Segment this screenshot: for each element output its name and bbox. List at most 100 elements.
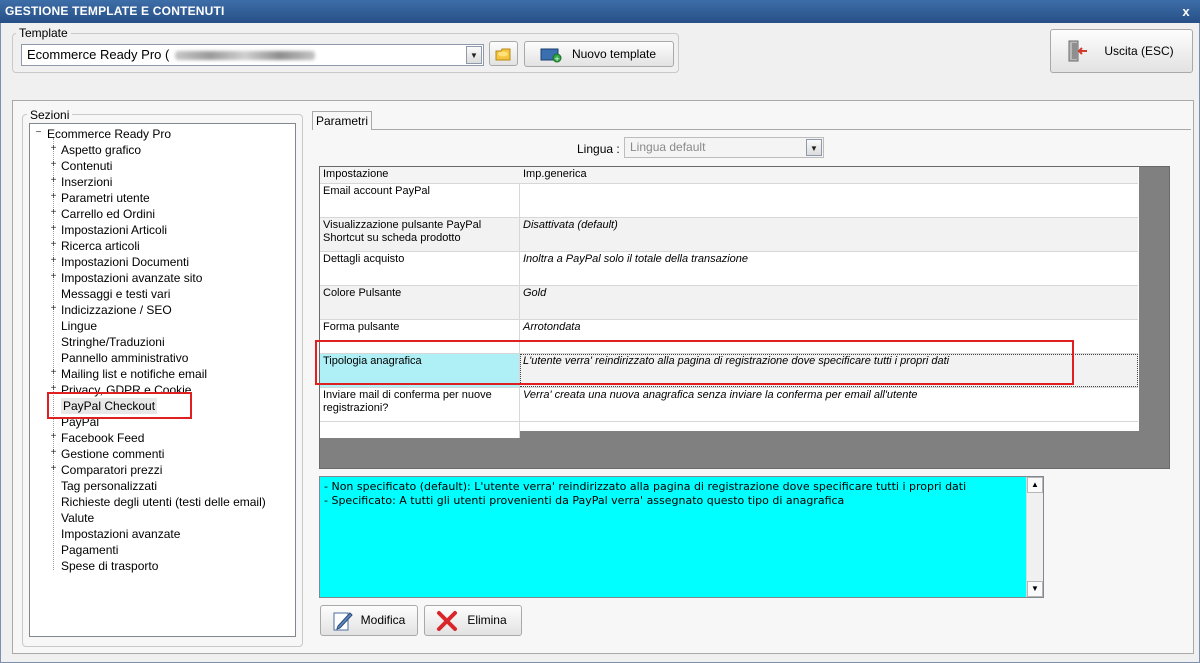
tree-item-label: Inserzioni [61, 175, 113, 189]
tree-item-label: Richieste degli utenti (testi delle emai… [61, 495, 266, 509]
tree-item[interactable]: + Impostazioni Articoli [30, 222, 295, 238]
help-textarea[interactable]: - Non specificato (default): L'utente ve… [319, 476, 1044, 598]
template-select-value: Ecommerce Ready Pro ( [27, 47, 170, 62]
expand-icon[interactable]: + [49, 256, 58, 266]
expand-icon[interactable]: + [49, 224, 58, 234]
expand-icon[interactable]: + [49, 432, 58, 442]
tree-item-label: Aspetto grafico [61, 143, 142, 157]
tree-item[interactable]: + Indicizzazione / SEO [30, 302, 295, 318]
tree-item-label: Valute [61, 511, 95, 525]
new-template-icon: + [540, 48, 562, 63]
expand-icon[interactable]: + [49, 160, 58, 170]
tree-item[interactable]: Tag personalizzati [30, 478, 295, 494]
tree-item-label: Impostazioni Documenti [61, 255, 190, 269]
blurred-template-text [174, 51, 315, 61]
tree-item-label: Impostazioni avanzate [61, 527, 181, 541]
exit-label: Uscita (ESC) [1104, 44, 1174, 58]
tree-item[interactable]: + Ricerca articoli [30, 238, 295, 254]
tree-item[interactable]: + Comparatori prezzi [30, 462, 295, 478]
tree-item[interactable]: Pagamenti [30, 542, 295, 558]
new-template-label: Nuovo template [571, 47, 657, 61]
tree-item-label: Parametri utente [61, 191, 150, 205]
exit-door-icon [1068, 40, 1087, 62]
tree-item[interactable]: Stringhe/Traduzioni [30, 334, 295, 350]
grid-cell-setting[interactable]: Dettagli acquisto [320, 252, 520, 285]
folder-icon [495, 48, 511, 61]
expand-icon[interactable]: + [49, 208, 58, 218]
grid-cell-setting[interactable]: Visualizzazione pulsante PayPal Shortcut… [320, 218, 520, 251]
exit-button[interactable]: Uscita (ESC) [1050, 29, 1193, 73]
expand-icon[interactable]: + [49, 448, 58, 458]
new-template-button[interactable]: + Nuovo template [524, 41, 674, 67]
params-tab-baseline [312, 129, 1191, 130]
modify-button[interactable]: Modifica [320, 605, 418, 636]
collapse-icon[interactable]: − [34, 128, 43, 138]
folder-button[interactable] [489, 41, 518, 66]
grid-empty-row [320, 422, 520, 438]
tree-item[interactable]: + Impostazioni Documenti [30, 254, 295, 270]
tree-item[interactable]: + Carrello ed Ordini [30, 206, 295, 222]
template-select[interactable]: Ecommerce Ready Pro ( ▼ [21, 44, 484, 66]
tree-item[interactable]: + Inserzioni [30, 174, 295, 190]
expand-icon[interactable]: + [49, 240, 58, 250]
grid-header-value: Imp.generica [520, 167, 1138, 183]
grid-cell-setting[interactable]: Email account PayPal [320, 184, 520, 217]
tree-item[interactable]: + Gestione commenti [30, 446, 295, 462]
delete-label: Elimina [467, 613, 507, 627]
expand-icon[interactable]: + [49, 176, 58, 186]
grid-cell-value[interactable] [520, 184, 1138, 217]
tree-item-label: Impostazioni Articoli [61, 223, 168, 237]
help-scrollbar[interactable]: ▲ ▼ [1026, 477, 1043, 597]
scroll-up-icon[interactable]: ▲ [1027, 477, 1043, 493]
tree-item-label: Facebook Feed [61, 431, 145, 445]
tree-root-label: Ecommerce Ready Pro [47, 127, 172, 141]
grid-cell-setting[interactable]: Colore Pulsante [320, 286, 520, 319]
tree-item[interactable]: + Mailing list e notifiche email [30, 366, 295, 382]
tree-item[interactable]: Messaggi e testi vari [30, 286, 295, 302]
expand-icon[interactable]: + [49, 464, 58, 474]
window-title-bar: GESTIONE TEMPLATE E CONTENUTI [0, 0, 1200, 23]
expand-icon[interactable]: + [49, 272, 58, 282]
tree-item-label: Messaggi e testi vari [61, 287, 171, 301]
grid-cell-value[interactable]: Inoltra a PayPal solo il totale della tr… [520, 252, 1138, 285]
grid-body: Impostazione Imp.generica Email account Pa… [320, 167, 1139, 438]
tree-item[interactable]: + Facebook Feed [30, 430, 295, 446]
tree-item[interactable]: Impostazioni avanzate [30, 526, 295, 542]
close-icon[interactable]: x [1178, 4, 1194, 19]
grid-cell-setting[interactable]: Inviare mail di conferma per nuove regis… [320, 388, 520, 421]
tree-item-label: Contenuti [61, 159, 113, 173]
language-select[interactable]: Lingua default ▼ [624, 137, 824, 158]
expand-icon[interactable]: + [49, 144, 58, 154]
chevron-down-icon[interactable]: ▼ [466, 46, 482, 64]
delete-button[interactable]: Elimina [424, 605, 522, 636]
grid-cell-value[interactable]: Gold [520, 286, 1138, 319]
tree-item[interactable]: + Impostazioni avanzate sito [30, 270, 295, 286]
tree-item-label: Indicizzazione / SEO [61, 303, 172, 317]
sections-tree[interactable]: − Ecommerce Ready Pro + Aspetto grafico + Con… [29, 123, 296, 637]
settings-grid: Impostazione Imp.generica Email account Pa… [319, 166, 1170, 469]
grid-cell-value[interactable]: Disattivata (default) [520, 218, 1138, 251]
expand-icon[interactable]: + [49, 304, 58, 314]
tree-item-label: Pagamenti [61, 543, 119, 557]
edit-icon [333, 612, 353, 631]
tree-item[interactable]: Lingue [30, 318, 295, 334]
scroll-down-icon[interactable]: ▼ [1027, 581, 1043, 597]
expand-icon[interactable]: + [49, 368, 58, 378]
grid-highlight-box [315, 340, 1074, 385]
tab-parametri[interactable]: Parametri [312, 111, 372, 130]
tree-item[interactable]: + Parametri utente [30, 190, 295, 206]
tree-container: − Ecommerce Ready Pro + Aspetto grafico + Con… [30, 124, 295, 636]
grid-cell-value[interactable]: Verra' creata una nuova anagrafica senza… [520, 388, 1138, 421]
chevron-down-icon[interactable]: ▼ [806, 139, 822, 156]
tree-item[interactable]: Spese di trasporto [30, 558, 295, 574]
tree-item[interactable]: Valute [30, 510, 295, 526]
tree-item[interactable]: + Contenuti [30, 158, 295, 174]
expand-icon[interactable]: + [49, 192, 58, 202]
tree-item-label: Mailing list e notifiche email [61, 367, 208, 381]
template-group-label: Template [16, 26, 71, 40]
tree-item[interactable]: Richieste degli utenti (testi delle emai… [30, 494, 295, 510]
tree-item-label: Gestione commenti [61, 447, 165, 461]
tab-parametri-label: Parametri [315, 114, 368, 128]
tree-item[interactable]: Pannello amministrativo [30, 350, 295, 366]
tree-item[interactable]: + Aspetto grafico [30, 142, 295, 158]
